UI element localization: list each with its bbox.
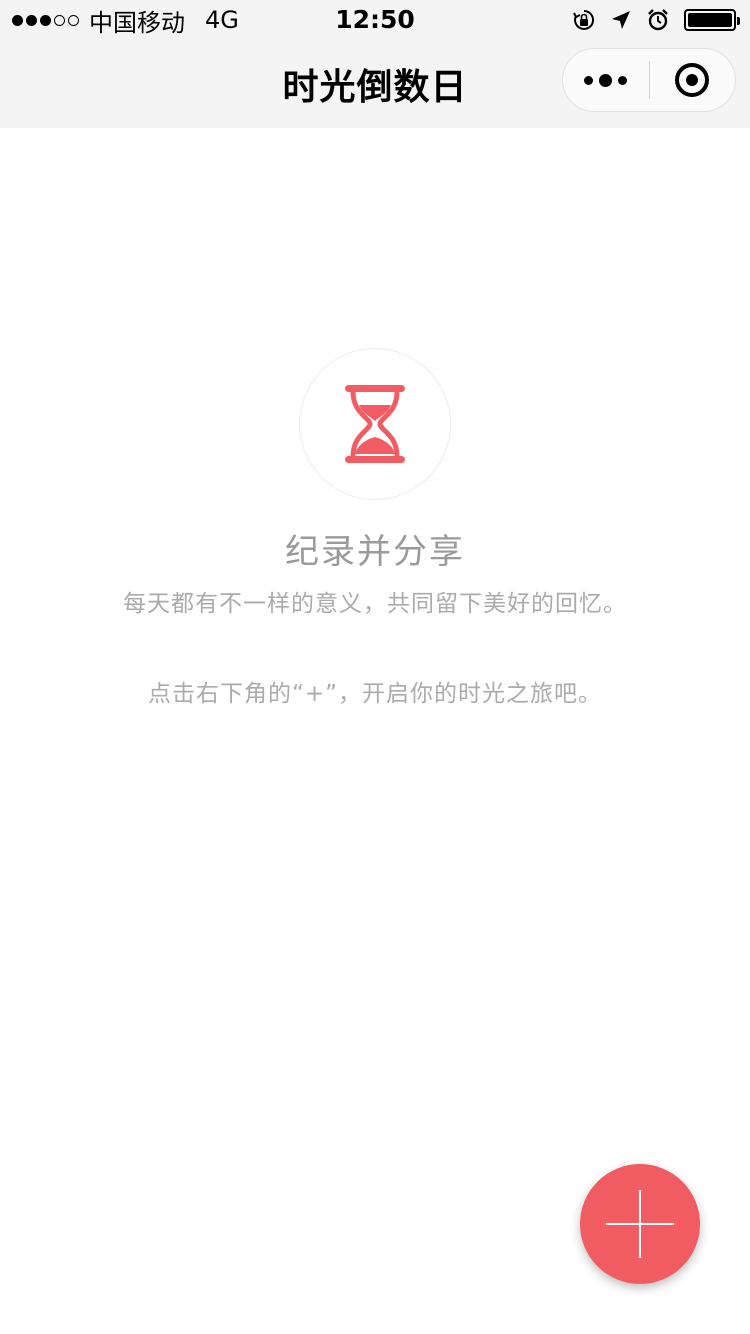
orientation-lock-icon xyxy=(573,9,595,30)
battery-icon xyxy=(684,9,740,31)
close-mini-program-button[interactable] xyxy=(650,49,736,111)
more-menu-button[interactable] xyxy=(563,49,649,111)
empty-hint: 点击右下角的“+”，开启你的时光之旅吧。 xyxy=(147,681,603,707)
location-icon xyxy=(612,11,630,29)
add-countdown-button[interactable] xyxy=(580,1164,700,1284)
empty-title: 纪录并分享 xyxy=(285,532,465,572)
more-dots-icon xyxy=(584,73,628,87)
alarm-icon xyxy=(648,9,668,31)
empty-description: 每天都有不一样的意义，共同留下美好的回忆。 xyxy=(123,591,627,617)
status-right xyxy=(572,6,740,34)
hourglass-icon xyxy=(345,385,405,463)
target-circle-icon xyxy=(675,63,710,97)
nav-bar: 时光倒数日 xyxy=(0,40,750,128)
status-bar: 中国移动 4G 12:50 xyxy=(0,0,750,40)
hourglass-badge xyxy=(299,348,451,500)
mini-program-capsule xyxy=(562,48,736,112)
